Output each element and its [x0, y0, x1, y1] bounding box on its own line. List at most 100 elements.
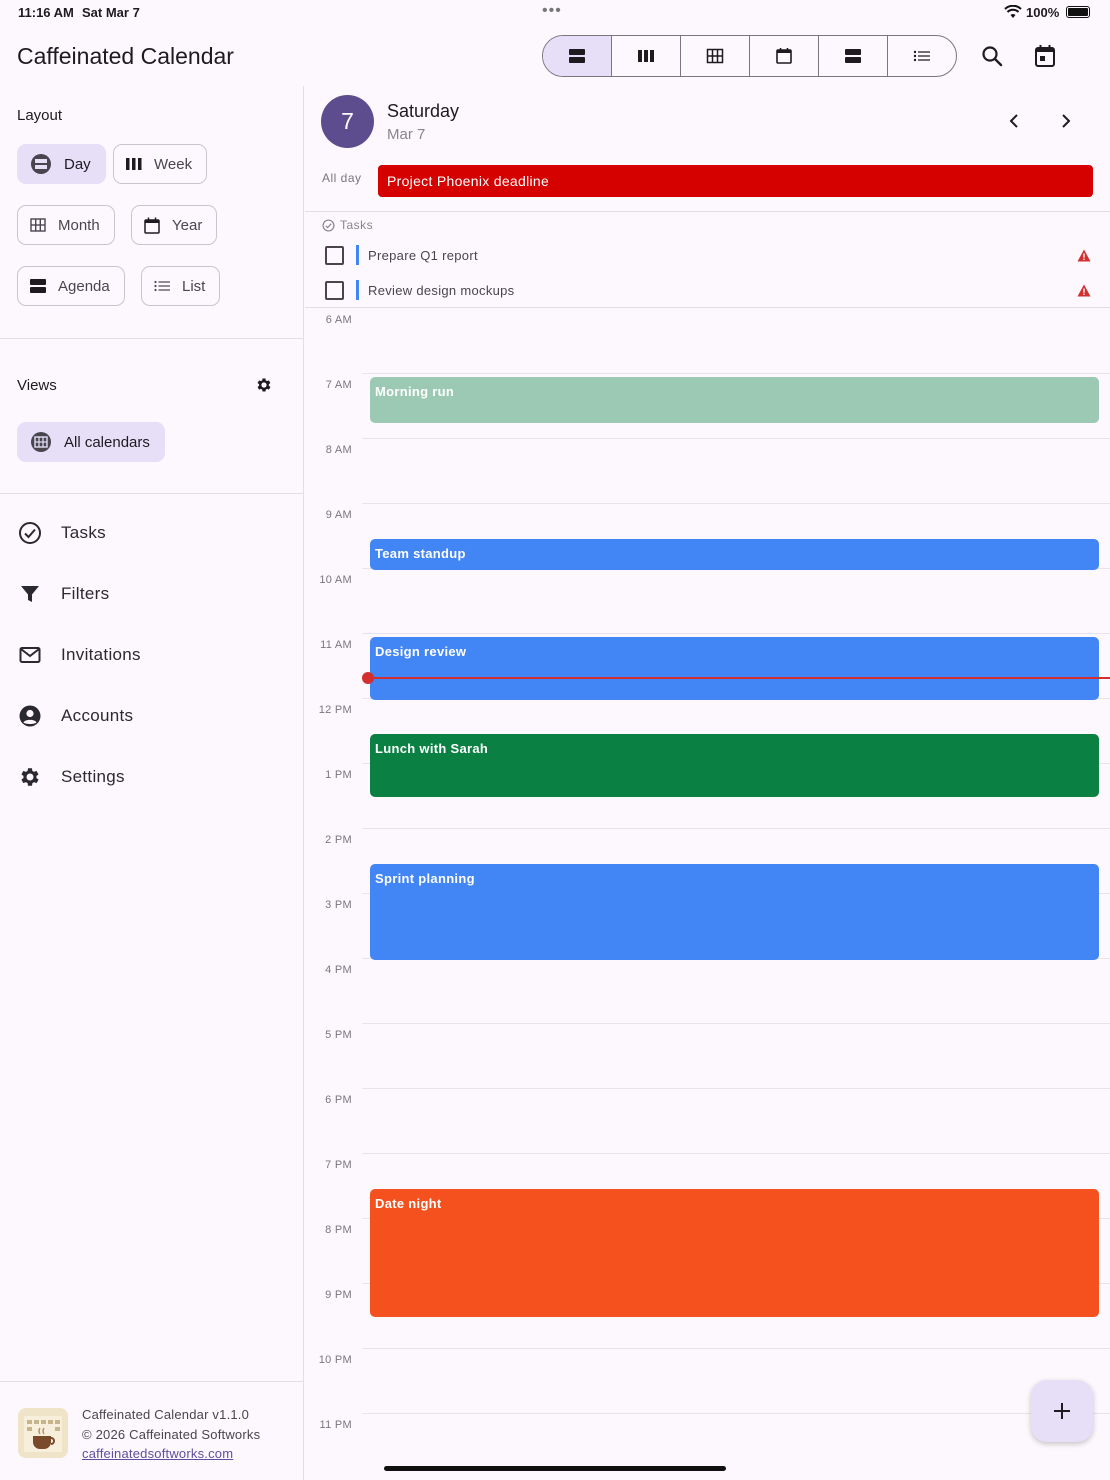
hour-grid-line: [362, 1348, 1110, 1349]
layout-chip-day[interactable]: Day: [17, 144, 106, 184]
views-section-label: Views: [17, 377, 57, 394]
segment-list[interactable]: [888, 36, 956, 76]
all-day-event[interactable]: Project Phoenix deadline: [378, 165, 1093, 197]
sidebar-item-filters[interactable]: Filters: [18, 574, 109, 614]
agenda-view-icon: [30, 279, 46, 293]
tasks-section-label: Tasks: [322, 218, 373, 232]
month-view-icon: [706, 48, 724, 64]
gear-icon: [257, 378, 271, 392]
sidebar-item-label: Accounts: [61, 706, 134, 725]
current-time-line: [367, 677, 1110, 680]
sidebar-item-accounts[interactable]: Accounts: [18, 696, 133, 736]
chip-label: Day: [64, 155, 91, 173]
sidebar-item-invitations[interactable]: Invitations: [18, 635, 141, 675]
sidebar-divider: [0, 1381, 304, 1382]
view-chip-all-calendars[interactable]: All calendars: [17, 422, 165, 462]
layout-chip-month[interactable]: Month: [17, 205, 115, 245]
chevron-left-icon: [1009, 114, 1018, 128]
layout-chip-week[interactable]: Week: [113, 144, 208, 184]
hour-label: 9 PM: [325, 1289, 352, 1301]
battery-icon: [1066, 6, 1090, 18]
check-circle-icon: [19, 522, 41, 544]
chevron-right-icon: [1062, 114, 1071, 128]
previous-day-button[interactable]: [1001, 108, 1027, 134]
segment-year[interactable]: [750, 36, 819, 76]
all-day-label: All day: [322, 171, 362, 185]
hour-label: 10 AM: [319, 574, 352, 586]
wifi-icon: [1004, 5, 1022, 18]
segment-week[interactable]: [612, 36, 681, 76]
hour-label: 6 PM: [325, 1094, 352, 1106]
segment-day[interactable]: [543, 36, 612, 76]
event-block[interactable]: Date night: [370, 1189, 1099, 1317]
year-view-icon: [144, 217, 160, 234]
hour-grid-line: [362, 373, 1110, 374]
add-event-button[interactable]: [1031, 1380, 1093, 1442]
section-divider: [305, 211, 1110, 212]
hour-grid-line: [362, 1088, 1110, 1089]
sidebar-item-label: Invitations: [61, 645, 141, 664]
event-title: Lunch with Sarah: [375, 741, 489, 756]
views-settings-button[interactable]: [253, 374, 275, 396]
chip-label: Week: [154, 155, 193, 173]
chip-label: All calendars: [64, 433, 150, 451]
sidebar-item-tasks[interactable]: Tasks: [18, 513, 106, 553]
segment-agenda[interactable]: [819, 36, 888, 76]
event-block[interactable]: Team standup: [370, 539, 1099, 570]
hour-label: 6 AM: [325, 314, 352, 326]
account-icon: [19, 705, 41, 727]
layout-chip-agenda[interactable]: Agenda: [17, 266, 125, 306]
hour-label: 7 PM: [325, 1159, 352, 1171]
hour-label: 7 AM: [325, 379, 352, 391]
hour-label: 11 AM: [320, 639, 352, 651]
sidebar-item-label: Settings: [61, 767, 125, 786]
check-circle-icon: [322, 218, 335, 232]
chip-label: Month: [58, 216, 100, 234]
warning-icon: [1077, 249, 1091, 262]
calendars-icon: [31, 432, 51, 452]
event-block[interactable]: Design review: [370, 636, 1099, 700]
list-view-icon: [154, 280, 170, 292]
gear-icon: [21, 768, 39, 786]
hour-grid-line: [362, 503, 1110, 504]
task-color-bar: [356, 245, 359, 265]
envelope-icon: [19, 647, 41, 663]
sidebar-item-settings[interactable]: Settings: [18, 757, 125, 797]
multitasking-dots-icon[interactable]: •••: [542, 2, 562, 20]
segment-month[interactable]: [681, 36, 750, 76]
layout-chip-list[interactable]: List: [141, 266, 221, 306]
task-item[interactable]: Review design mockups: [325, 279, 514, 301]
warning-icon: [1077, 284, 1091, 297]
event-title: Date night: [375, 1196, 442, 1211]
task-checkbox[interactable]: [325, 280, 344, 300]
hour-grid-line: [362, 1413, 1110, 1414]
event-block[interactable]: Morning run: [370, 376, 1099, 424]
event-block[interactable]: Sprint planning: [370, 864, 1099, 960]
hour-grid-line: [362, 828, 1110, 829]
hour-label: 4 PM: [325, 964, 352, 976]
week-view-icon: [126, 158, 142, 170]
hour-label: 9 AM: [325, 509, 352, 521]
task-item[interactable]: Prepare Q1 report: [325, 244, 478, 266]
event-block[interactable]: Lunch with Sarah: [370, 734, 1099, 797]
website-link[interactable]: caffeinatedsoftworks.com: [82, 1446, 233, 1461]
next-day-button[interactable]: [1053, 108, 1079, 134]
year-view-icon: [776, 48, 792, 64]
task-checkbox[interactable]: [325, 245, 344, 265]
week-view-icon: [638, 50, 654, 62]
today-button[interactable]: [1030, 41, 1060, 71]
sidebar-divider: [0, 338, 304, 339]
battery-percent: 100%: [1026, 5, 1060, 20]
task-title: Review design mockups: [368, 282, 515, 298]
task-title: Prepare Q1 report: [368, 247, 478, 263]
layout-chip-year[interactable]: Year: [131, 205, 218, 245]
hour-label: 8 AM: [325, 444, 352, 456]
chip-label: List: [182, 277, 206, 295]
calendar-today-icon: [1035, 45, 1055, 67]
layout-section-label: Layout: [17, 107, 63, 124]
status-date: Sat Mar 7: [82, 5, 140, 20]
list-view-icon: [913, 50, 930, 62]
plus-icon: [1054, 1403, 1070, 1419]
search-icon: [982, 46, 1003, 67]
search-button[interactable]: [977, 41, 1007, 71]
